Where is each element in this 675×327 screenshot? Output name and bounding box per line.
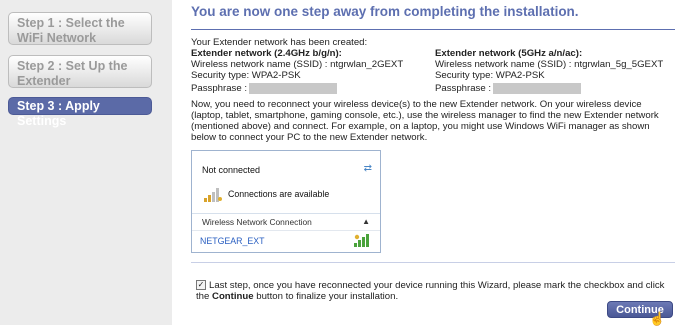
net5-ssid: Wireless network name (SSID) : ntgrwlan_… — [435, 59, 664, 70]
created-text: Your Extender network has been created: — [191, 37, 368, 48]
connections-available-label: Connections are available — [228, 189, 330, 199]
net5-passphrase-label: Passphrase : — [435, 83, 491, 95]
net24-ssid: Wireless network name (SSID) : ntgrwlan_… — [191, 59, 404, 70]
net24-passphrase-label: Passphrase : — [191, 83, 247, 95]
last-step-text: ✓ Last step, once you have reconnected yo… — [196, 280, 675, 302]
chevron-up-icon: ▲ — [362, 217, 370, 226]
wireless-connection-section: Wireless Network Connection — [202, 217, 312, 227]
step-1-select-wifi[interactable]: Step 1 : Select the WiFi Network — [8, 12, 152, 45]
net5-security: Security type: WPA2-PSK — [435, 70, 545, 81]
finalize-checkbox[interactable]: ✓ — [196, 280, 206, 291]
step-2-set-up-extender[interactable]: Step 2 : Set Up the Extender — [8, 55, 152, 88]
divider-top — [191, 29, 675, 30]
instructions-paragraph: Now, you need to reconnect your wireless… — [191, 99, 659, 143]
step-3-apply-settings[interactable]: Step 3 : Apply Settings — [8, 97, 152, 128]
popup-divider-2 — [192, 230, 380, 231]
refresh-icon: ⇄ — [363, 163, 372, 174]
net5-passphrase: Passphrase : — [435, 83, 581, 94]
popup-divider — [192, 213, 380, 214]
page-title: You are now one step away from completin… — [191, 4, 579, 19]
last-step-continue-word: Continue — [212, 291, 254, 302]
popup-header — [192, 151, 380, 213]
divider-bottom — [191, 262, 675, 263]
wizard-sidebar: Step 1 : Select the WiFi Network Step 2 … — [0, 0, 172, 325]
net24-passphrase-field — [249, 83, 337, 94]
net24-title: Extender network (2.4GHz b/g/n): — [191, 48, 342, 59]
not-connected-label: Not connected — [202, 165, 261, 175]
network-list-item: NETGEAR_EXT — [200, 236, 265, 246]
net5-title: Extender network (5GHz a/n/ac): — [435, 48, 583, 59]
net5-passphrase-field — [493, 83, 581, 94]
last-step-after: button to finalize your installation. — [253, 291, 399, 302]
wifi-signal-icon — [354, 234, 369, 247]
net24-security: Security type: WPA2-PSK — [191, 70, 301, 81]
windows-wifi-popup: Not connected ⇄ Connections are availabl… — [191, 150, 381, 253]
signal-bars-icon — [204, 188, 222, 202]
net24-passphrase: Passphrase : — [191, 83, 337, 94]
